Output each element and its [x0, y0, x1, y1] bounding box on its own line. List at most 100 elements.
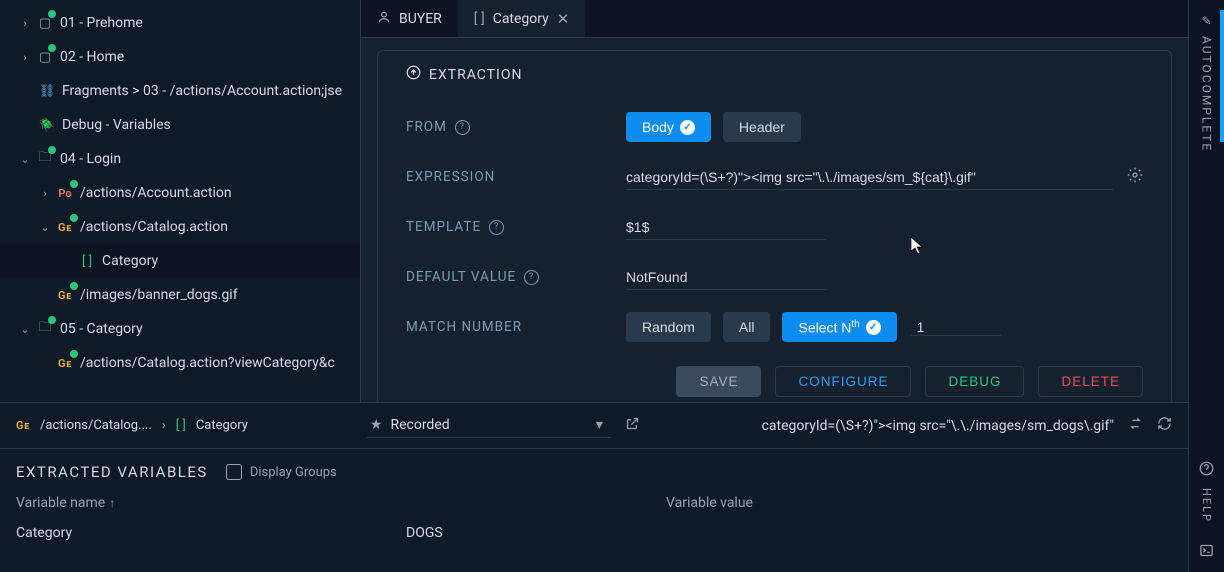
brackets-icon: [ ] — [474, 11, 485, 27]
col-variable-value[interactable]: Variable value — [666, 495, 753, 511]
configure-button[interactable]: CONFIGURE — [775, 366, 911, 397]
col-variable-name[interactable]: Variable name↑ — [16, 495, 406, 511]
match-preview: categoryId=(\S+?)"><img src="\.\./images… — [762, 418, 1114, 434]
expression-input[interactable] — [626, 165, 1113, 190]
debug-button[interactable]: DEBUG — [925, 366, 1024, 397]
default-value-input[interactable] — [626, 265, 826, 290]
autocomplete-toggle[interactable]: ✎ AUTOCOMPLETE — [1200, 0, 1214, 166]
label-expression: EXPRESSION — [406, 169, 606, 185]
crumb-path[interactable]: /actions/Catalog.... — [40, 418, 152, 433]
star-icon: ★ — [370, 417, 383, 433]
terminal-icon[interactable] — [1199, 543, 1214, 562]
table-header: Variable name↑ Variable value — [16, 495, 1172, 511]
tree-item-debug-vars[interactable]: 🪲 Debug - Variables — [0, 108, 360, 142]
chevron-right-icon: › — [38, 187, 52, 200]
recorded-select[interactable]: ★ Recorded ▾ — [366, 413, 611, 438]
tree-label: /actions/Account.action — [80, 185, 232, 201]
btn-label: All — [739, 319, 755, 335]
refresh-icon[interactable] — [1157, 416, 1172, 435]
tree-item-04-login[interactable]: ⌄ 🗀 04 - Login — [0, 142, 360, 176]
cell-name: Category — [16, 525, 406, 541]
tree-label: Debug - Variables — [62, 117, 171, 133]
tree-item-category[interactable]: [ ] Category — [0, 244, 360, 278]
label-from: FROM ? — [406, 119, 606, 135]
section-title: EXTRACTION — [429, 67, 522, 83]
tree-item-catalog-viewcategory[interactable]: Gᴇ /actions/Catalog.action?viewCategory&… — [0, 346, 360, 380]
bottom-body: EXTRACTED VARIABLES Display Groups Varia… — [0, 449, 1188, 572]
crumb-cat[interactable]: Category — [196, 418, 248, 433]
status-dot — [48, 44, 56, 52]
match-nth-button[interactable]: Select Nth ✓ — [782, 312, 896, 343]
delete-button[interactable]: DELETE — [1038, 366, 1143, 397]
rail-bottom: HELP — [1199, 451, 1214, 572]
tree-item-banner-dogs[interactable]: Gᴇ /images/banner_dogs.gif — [0, 278, 360, 312]
tree-item-catalog-action[interactable]: ⌄ Gᴇ /actions/Catalog.action — [0, 210, 360, 244]
match-segment: Random All Select Nth ✓ — [626, 312, 897, 343]
btn-label: Header — [739, 119, 785, 135]
po-icon: Po — [56, 187, 74, 200]
tree-label: /actions/Catalog.action — [80, 219, 228, 235]
tree-item-account-action[interactable]: › Po /actions/Account.action — [0, 176, 360, 210]
extraction-header: EXTRACTION — [406, 51, 1143, 102]
user-icon — [377, 10, 391, 28]
nth-input[interactable] — [911, 319, 1001, 336]
btn-label: Select Nth — [798, 319, 859, 336]
checkbox-icon — [226, 464, 242, 480]
ge-icon: Gᴇ — [56, 289, 74, 302]
label-template: TEMPLATE ? — [406, 219, 606, 235]
tab-buyer[interactable]: BUYER — [361, 0, 458, 37]
row-expression: EXPRESSION — [406, 152, 1143, 202]
save-button[interactable]: SAVE — [676, 366, 761, 397]
swap-icon[interactable] — [1128, 416, 1143, 435]
tree-item-02-home[interactable]: › ▢ 02 - Home — [0, 40, 360, 74]
help-circle-icon — [1199, 461, 1214, 480]
link-icon: ⛓ — [38, 84, 56, 99]
help-icon[interactable]: ? — [455, 120, 470, 135]
tree-label: Category — [102, 253, 158, 269]
tree-item-fragments[interactable]: ⛓ Fragments > 03 - /actions/Account.acti… — [0, 74, 360, 108]
tab-category[interactable]: [ ] Category ✕ — [458, 0, 586, 37]
rail-label: AUTOCOMPLETE — [1200, 36, 1214, 152]
chevron-down-icon: ⌄ — [38, 221, 52, 234]
label-match: MATCH NUMBER — [406, 319, 606, 335]
display-groups-toggle[interactable]: Display Groups — [226, 464, 337, 480]
tab-bar: BUYER [ ] Category ✕ — [361, 0, 1188, 38]
select-label: Recorded — [390, 417, 449, 433]
help-toggle[interactable]: HELP — [1199, 461, 1214, 523]
bottom-title-row: EXTRACTED VARIABLES Display Groups — [16, 463, 1172, 481]
action-buttons: SAVE CONFIGURE DEBUG DELETE — [406, 352, 1143, 397]
from-body-button[interactable]: Body ✓ — [626, 112, 711, 142]
external-link-icon[interactable] — [625, 416, 640, 435]
close-icon[interactable]: ✕ — [557, 10, 570, 28]
label-text: FROM — [406, 119, 447, 135]
right-rail: ✎ AUTOCOMPLETE HELP — [1188, 0, 1224, 572]
wand-icon: ✎ — [1200, 14, 1214, 30]
help-icon[interactable]: ? — [524, 270, 539, 285]
tree-item-05-category[interactable]: ⌄ 🗀 05 - Category — [0, 312, 360, 346]
from-header-button[interactable]: Header — [723, 112, 801, 142]
brackets-icon: [ ] — [176, 418, 186, 433]
chevron-right-icon: › — [162, 418, 166, 433]
tree-item-01-prehome[interactable]: › ▢ 01 - Prehome — [0, 6, 360, 40]
label-text: TEMPLATE — [406, 219, 481, 235]
help-icon[interactable]: ? — [489, 220, 504, 235]
row-default: DEFAULT VALUE ? — [406, 252, 1143, 302]
tree-label: 01 - Prehome — [60, 15, 143, 31]
extracted-vars-title: EXTRACTED VARIABLES — [16, 463, 208, 481]
label-text: EXPRESSION — [406, 169, 495, 185]
sort-asc-icon: ↑ — [109, 496, 115, 510]
from-segment: Body ✓ Header — [626, 112, 801, 142]
template-input[interactable] — [626, 215, 826, 240]
table-row[interactable]: Category DOGS — [16, 525, 1172, 541]
gear-icon[interactable] — [1127, 167, 1143, 187]
bottom-header: Gᴇ /actions/Catalog.... › [ ] Category ★… — [0, 403, 1188, 449]
row-from: FROM ? Body ✓ Header — [406, 102, 1143, 152]
row-match: MATCH NUMBER Random All Select Nth ✓ — [406, 302, 1143, 352]
match-all-button[interactable]: All — [723, 312, 771, 343]
check-icon: ✓ — [680, 120, 695, 135]
tree-label: Fragments > 03 - /actions/Account.action… — [62, 83, 342, 99]
match-random-button[interactable]: Random — [626, 312, 711, 343]
tree-label: 02 - Home — [60, 49, 124, 65]
status-dot — [48, 146, 56, 154]
check-icon: ✓ — [866, 320, 881, 335]
